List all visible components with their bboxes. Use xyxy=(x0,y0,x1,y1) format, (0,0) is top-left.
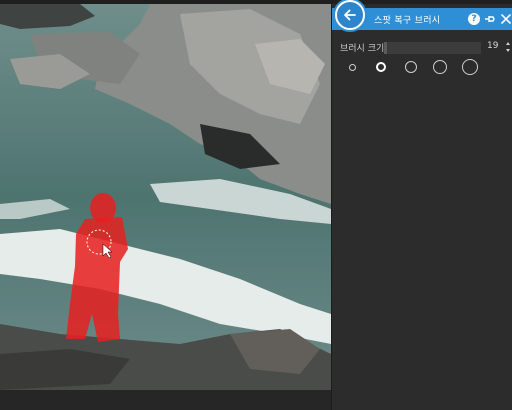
preset-small[interactable] xyxy=(376,62,386,72)
canvas-bottom-strip xyxy=(0,390,331,410)
brush-size-slider[interactable] xyxy=(384,42,481,54)
photo-canvas[interactable] xyxy=(0,4,331,390)
brush-size-label: 브러시 크기 xyxy=(340,44,385,54)
help-icon[interactable]: ? xyxy=(468,13,480,25)
brush-size-value[interactable]: 19 xyxy=(487,41,498,51)
back-arrow-icon xyxy=(344,9,356,21)
pin-icon[interactable] xyxy=(484,13,496,25)
panel-title: 스팟 복구 브러시 xyxy=(374,16,441,26)
preset-medium[interactable] xyxy=(405,61,417,73)
preset-xlarge[interactable] xyxy=(462,59,478,75)
preset-large[interactable] xyxy=(433,60,447,74)
back-button[interactable] xyxy=(335,0,365,30)
spot-heal-brush-panel: 스팟 복구 브러시 ? 브러시 크기 19 xyxy=(331,0,512,410)
photo-image xyxy=(0,4,331,390)
stepper-icon[interactable] xyxy=(505,40,511,54)
brush-size-fill xyxy=(384,42,387,54)
brush-presets xyxy=(332,56,512,80)
close-icon[interactable] xyxy=(500,13,512,25)
preset-xsmall[interactable] xyxy=(349,64,356,71)
panel-header: 스팟 복구 브러시 ? xyxy=(332,0,512,30)
